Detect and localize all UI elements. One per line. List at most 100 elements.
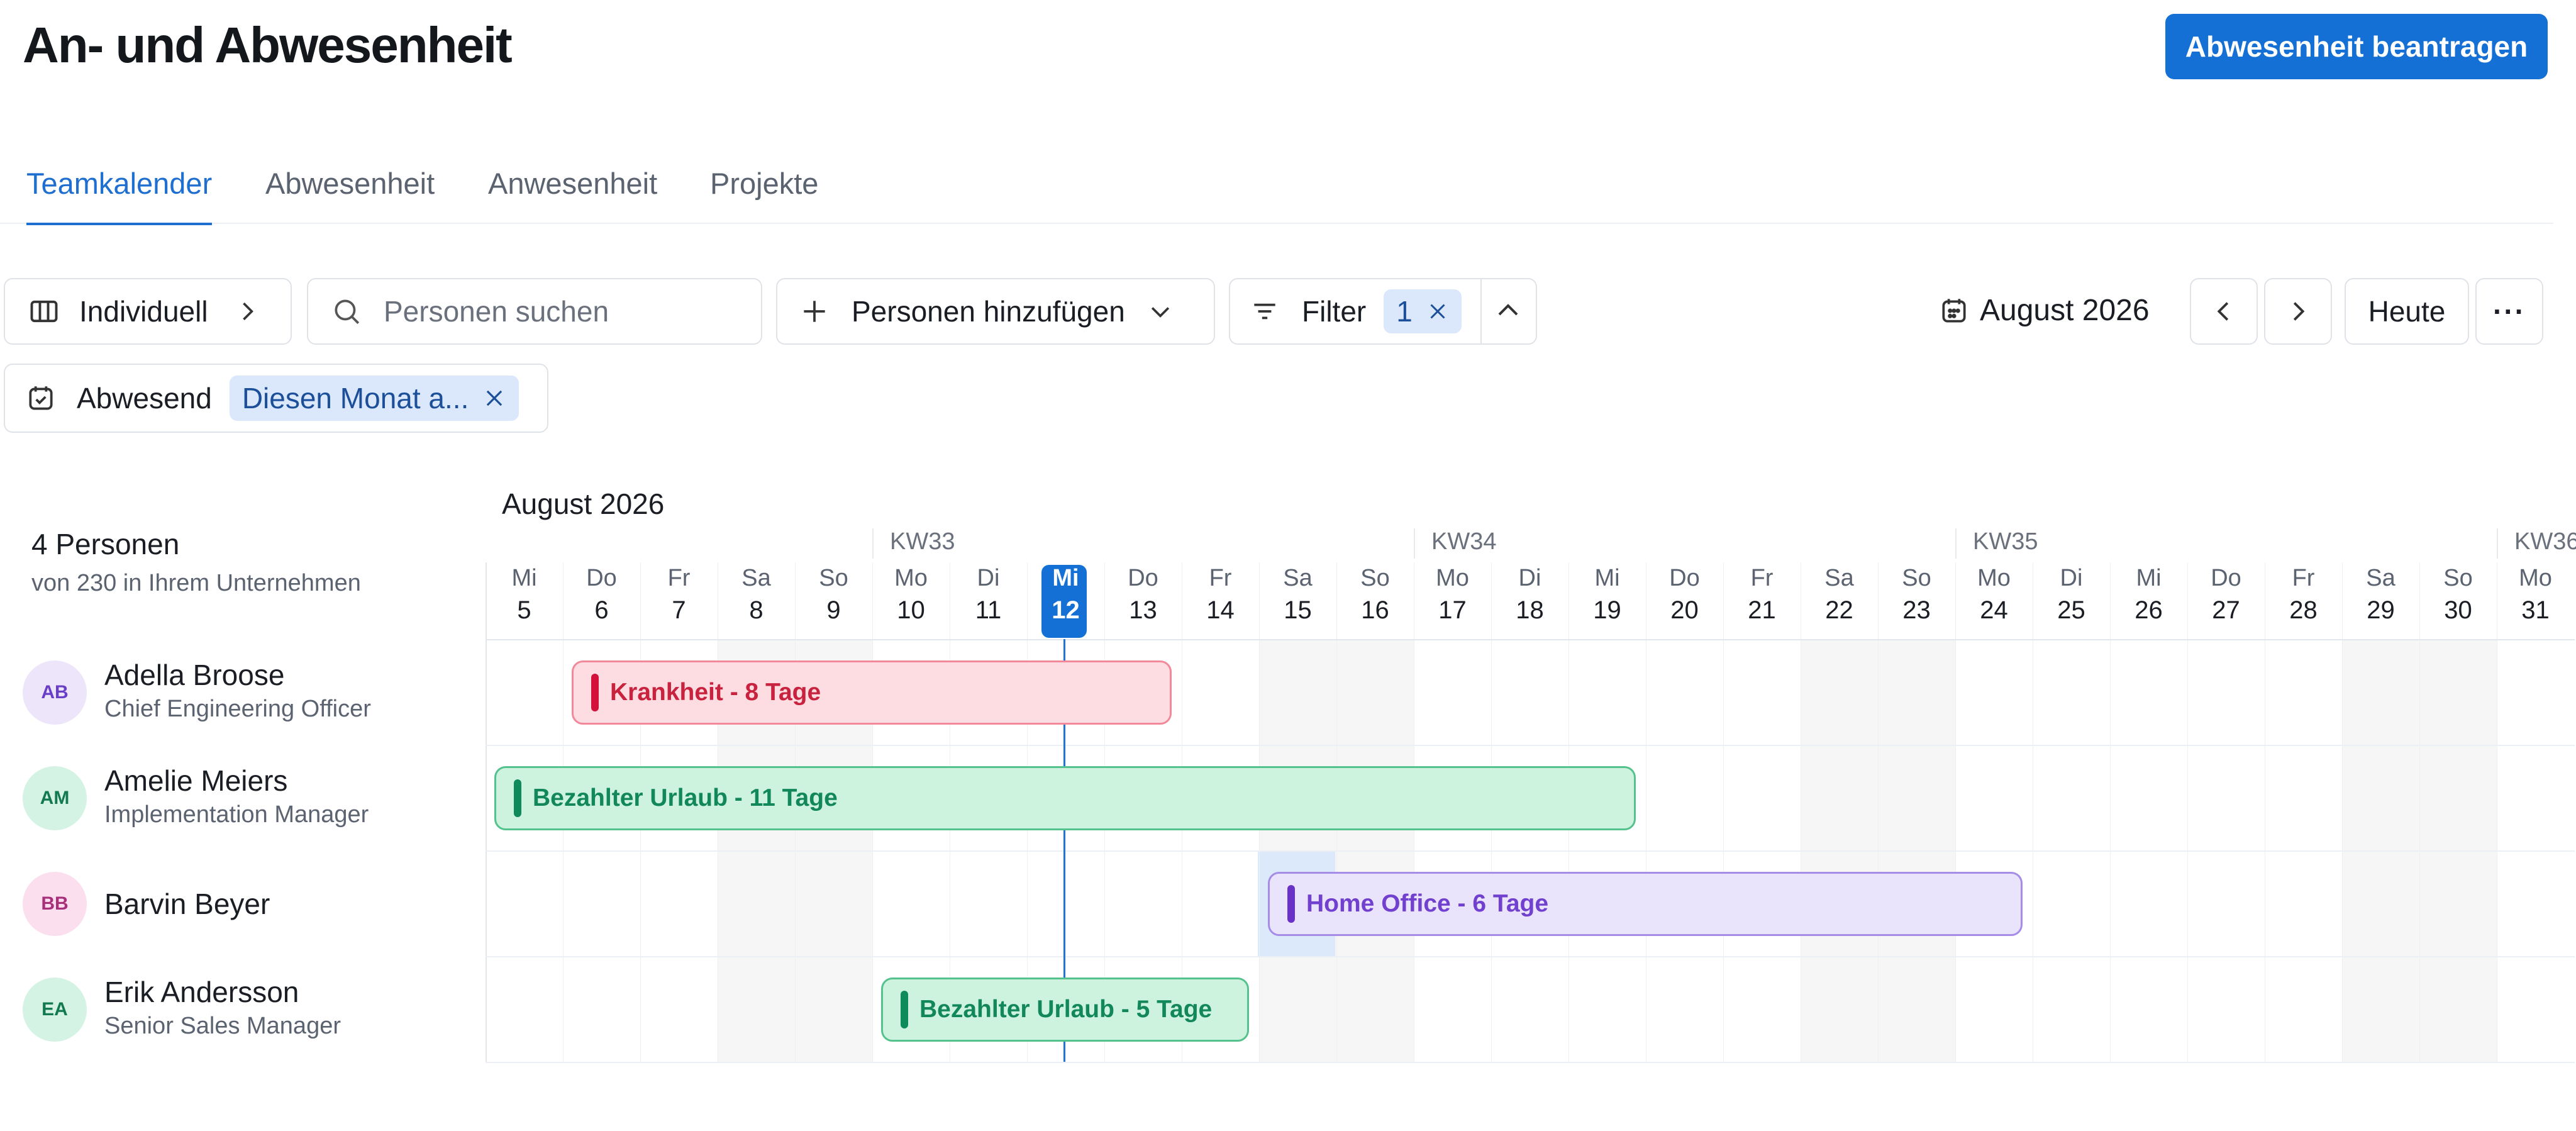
day-column-line [2342,562,2343,1062]
day-number: 6 [594,596,609,624]
day-header: Mi 12 [1027,562,1104,627]
row-divider [486,1062,2575,1063]
absence-stripe [591,674,599,711]
week-label: KW35 [1973,528,2038,555]
week-label: KW34 [1431,528,1497,555]
chevron-right-icon [233,298,261,325]
day-header: Fr 14 [1182,562,1259,627]
add-people-button[interactable]: Personen hinzufügen [776,278,1215,345]
plus-icon [799,296,830,327]
day-name: Mi [1052,565,1079,591]
day-name: Do [1669,565,1700,591]
absence-label: Bezahlter Urlaub - 11 Tage [533,784,838,811]
tab-teamkalender[interactable]: Teamkalender [26,164,213,225]
day-column-line [1723,562,1724,1062]
month-selector[interactable]: August 2026 [1938,293,2150,328]
day-number: 11 [975,596,1002,624]
chevron-left-icon [2209,297,2238,326]
absence-bar[interactable]: Bezahlter Urlaub - 11 Tage [494,766,1636,830]
search-field[interactable]: Personen suchen [307,278,762,345]
tab-projekte[interactable]: Projekte [710,164,818,224]
day-name: So [1360,565,1390,591]
tab-anwesenheit[interactable]: Anwesenheit [488,164,657,224]
person-role: Implementation Manager [104,801,369,828]
add-people-label: Personen hinzufügen [852,295,1125,328]
person-name[interactable]: Amelie Meiers [104,764,287,798]
day-name: Fr [667,565,691,591]
day-name: Di [977,565,1000,591]
day-header: Mo 31 [2497,562,2574,627]
remove-filter-icon[interactable] [482,386,506,410]
filter-count-badge[interactable]: 1 [1384,289,1462,333]
day-column-line [2419,562,2420,1062]
filter-group: Filter 1 [1229,278,1537,345]
person-name[interactable]: Erik Andersson [104,975,299,1009]
day-header: Sa 22 [1801,562,1878,627]
day-number: 7 [672,596,686,624]
absence-stripe [901,991,908,1028]
day-header: So 23 [1878,562,1955,627]
day-number: 27 [2212,596,2240,624]
day-header: Sa 8 [718,562,795,627]
person-role: Chief Engineering Officer [104,696,371,722]
request-absence-button[interactable]: Abwesenheit beantragen [2165,14,2548,79]
day-header: Do 20 [1646,562,1723,627]
grid-left-border [486,562,487,1062]
day-name: Fr [1750,565,1774,591]
view-selector-label: Individuell [79,295,208,328]
day-name: Mo [894,565,928,591]
absence-label: Bezahlter Urlaub - 5 Tage [919,996,1213,1023]
day-number: 9 [826,596,841,624]
day-name: So [819,565,848,591]
next-month-button[interactable] [2264,278,2332,345]
day-header: Di 18 [1491,562,1568,627]
day-number: 15 [1284,596,1312,624]
day-header: Fr 21 [1723,562,1801,627]
view-selector-button[interactable]: Individuell [4,278,292,345]
absence-bar[interactable]: Bezahlter Urlaub - 5 Tage [881,978,1249,1042]
prev-month-button[interactable] [2190,278,2258,345]
active-filter-label: Abwesend [77,382,212,415]
day-number: 18 [1516,596,1544,624]
day-name: Mo [1436,565,1469,591]
filter-count: 1 [1396,295,1413,328]
person-name[interactable]: Adella Broose [104,658,284,692]
people-total: von 230 in Ihrem Unternehmen [31,570,361,596]
absence-stripe [514,779,521,817]
day-number: 5 [517,596,531,624]
clear-filter-icon[interactable] [1426,300,1449,323]
active-filter: Abwesend Diesen Monat a... [4,364,548,433]
day-number: 30 [2444,596,2472,624]
day-number: 8 [749,596,763,624]
month-label: August 2026 [1980,294,2150,327]
today-button[interactable]: Heute [2345,278,2469,345]
day-header: Do 27 [2187,562,2265,627]
week-divider [1414,528,1415,559]
search-input[interactable]: Personen suchen [384,294,609,328]
day-header: Mo 24 [1955,562,2033,627]
day-header: Fr 7 [640,562,718,627]
day-column-line [1955,562,1956,1062]
day-number: 31 [2521,596,2550,624]
collapse-filter-icon[interactable] [1493,296,1523,326]
person-name[interactable]: Barvin Beyer [104,887,270,921]
avatar: BB [23,872,87,936]
filter-button[interactable]: Filter [1302,294,1366,328]
day-header: So 9 [795,562,872,627]
week-label: KW36 [2514,528,2576,555]
people-count: 4 Personen [31,528,180,560]
day-header: Sa 29 [2342,562,2419,627]
absence-bar[interactable]: Home Office - 6 Tage [1268,872,2023,936]
day-header: Do 6 [563,562,640,627]
day-header: Di 25 [2033,562,2110,627]
absence-bar[interactable]: Krankheit - 8 Tage [572,660,1172,725]
active-filter-value-chip[interactable]: Diesen Monat a... [229,376,519,421]
more-options-button[interactable]: ··· [2475,278,2543,345]
calendar-icon [1938,295,1970,326]
day-number: 25 [2057,596,2085,624]
person-role: Senior Sales Manager [104,1013,341,1039]
day-number: 23 [1902,596,1931,624]
day-column-line [2187,562,2188,1062]
tab-abwesenheit[interactable]: Abwesenheit [265,164,435,224]
day-number: 10 [897,596,925,624]
